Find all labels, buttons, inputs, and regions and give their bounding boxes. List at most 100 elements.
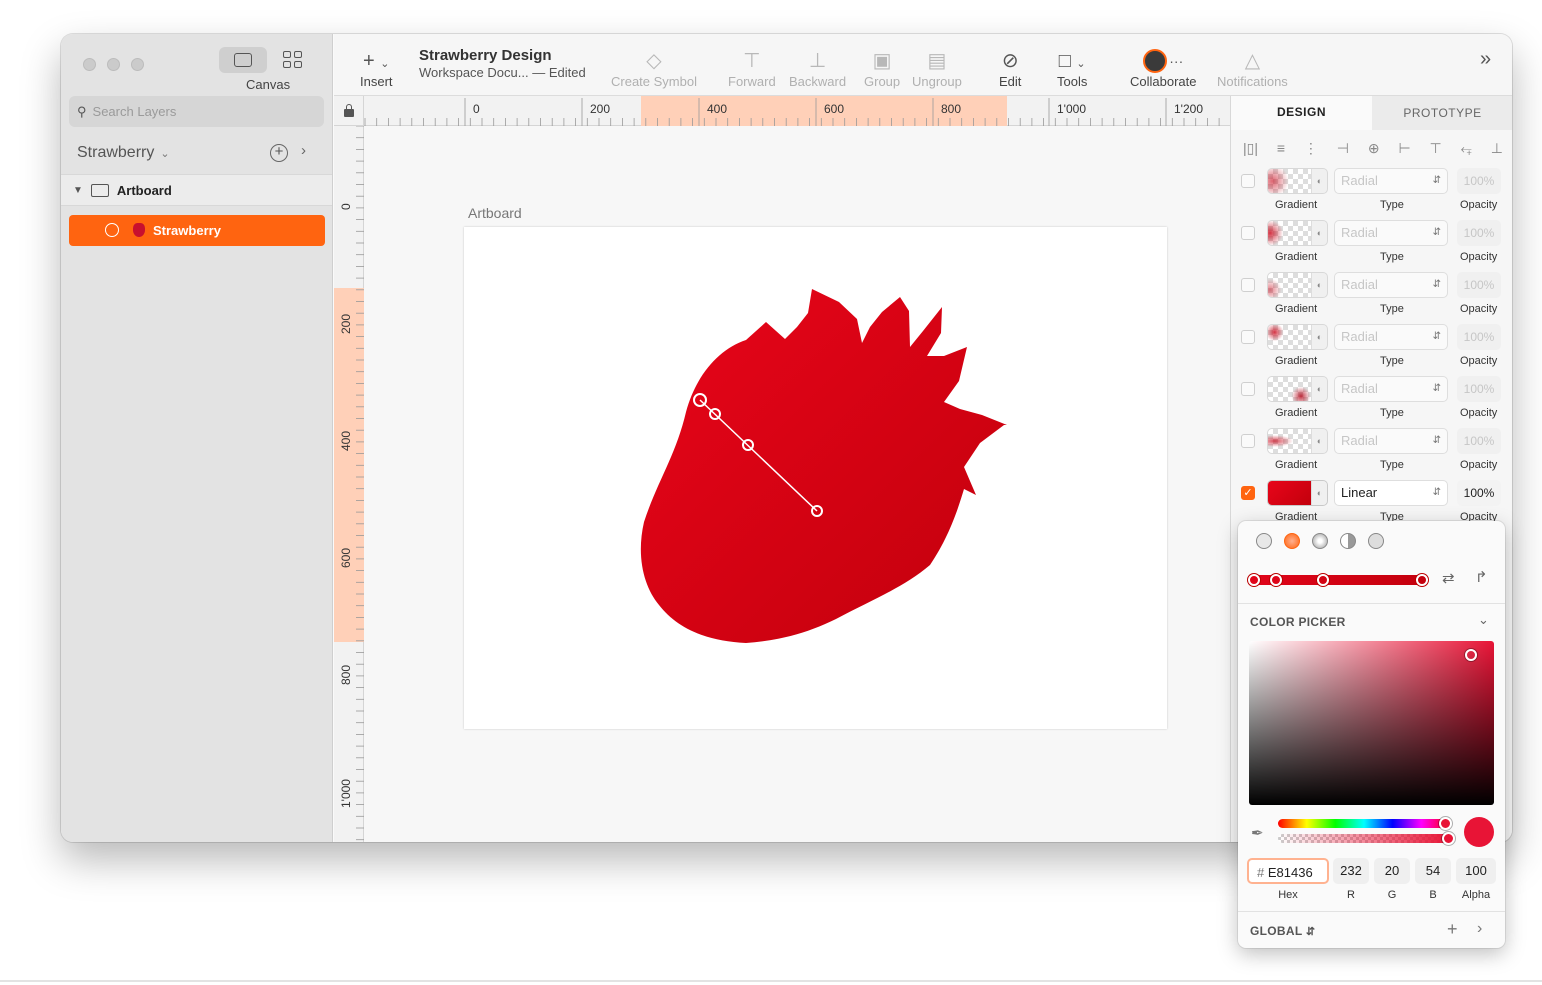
fill-mode-image-icon[interactable] xyxy=(1368,533,1384,549)
fill-enabled-checkbox[interactable]: ✓ xyxy=(1241,486,1255,500)
chevron-right-icon[interactable]: › xyxy=(301,142,306,159)
canvas-view-button[interactable] xyxy=(219,47,267,73)
alpha-input[interactable]: 100 xyxy=(1456,858,1496,884)
alpha-slider[interactable] xyxy=(1278,834,1450,843)
chevron-down-icon[interactable]: ⌄ xyxy=(1478,612,1489,628)
backward-button[interactable]: ⊥ Backward xyxy=(789,48,846,89)
fill-mode-linear-icon[interactable] xyxy=(1284,533,1300,549)
fill-opacity-field[interactable]: 100% xyxy=(1457,168,1501,194)
artboard[interactable] xyxy=(464,227,1167,729)
vertical-ruler[interactable]: 0 200 400 600 800 1'000 xyxy=(334,126,364,842)
fill-swatch[interactable]: ◐ xyxy=(1267,168,1328,194)
tab-design[interactable]: DESIGN xyxy=(1231,96,1372,130)
fill-swatch[interactable]: ◐ xyxy=(1267,376,1328,402)
fill-swatch[interactable]: ◐ xyxy=(1267,272,1328,298)
search-layers-input[interactable]: ⚲ Search Layers xyxy=(69,96,324,127)
fill-mode-solid-icon[interactable] xyxy=(1256,533,1272,549)
align-left-icon[interactable]: ⊣ xyxy=(1337,140,1349,158)
tab-prototype[interactable]: PROTOTYPE xyxy=(1372,96,1512,130)
page-selector[interactable]: Strawberry ⌄ xyxy=(77,144,170,162)
forward-icon: ⊤ xyxy=(743,50,761,72)
fill-opacity-field[interactable]: 100% xyxy=(1457,428,1501,454)
blue-input[interactable]: 54 xyxy=(1415,858,1451,884)
gradient-stop[interactable] xyxy=(1248,574,1260,586)
align-bottom-icon[interactable]: ⊥ xyxy=(1491,140,1503,158)
more-options-icon[interactable]: ⋮ xyxy=(1304,140,1318,158)
saturation-brightness-area[interactable] xyxy=(1249,641,1494,805)
gradient-stop[interactable] xyxy=(1317,574,1329,586)
add-color-icon[interactable]: + xyxy=(1447,919,1458,940)
fill-enabled-checkbox[interactable] xyxy=(1241,330,1255,344)
disclosure-down-icon[interactable]: ▼ xyxy=(73,185,83,196)
edit-button[interactable]: ⊘ Edit xyxy=(999,48,1021,89)
collaborate-button[interactable]: ··· Collaborate xyxy=(1130,48,1197,89)
distribute-horizontal-icon[interactable]: |▯| xyxy=(1243,140,1258,158)
red-input[interactable]: 232 xyxy=(1333,858,1369,884)
layer-row-artboard[interactable]: ▼ Artboard xyxy=(61,174,332,206)
minimize-window-button[interactable] xyxy=(107,58,120,71)
notifications-button[interactable]: △ Notifications xyxy=(1217,48,1288,89)
grid-view-icon[interactable] xyxy=(283,51,303,71)
gradient-stop[interactable] xyxy=(1270,574,1282,586)
forward-button[interactable]: ⊤ Forward xyxy=(728,48,776,89)
zoom-window-button[interactable] xyxy=(131,58,144,71)
document-title-group[interactable]: Strawberry Design Workspace Docu... — Ed… xyxy=(419,47,586,80)
fill-enabled-checkbox[interactable] xyxy=(1241,226,1255,240)
backward-icon: ⊥ xyxy=(808,50,827,72)
hue-slider[interactable] xyxy=(1278,819,1450,828)
fill-opacity-field[interactable]: 100% xyxy=(1457,376,1501,402)
gradient-handle-line[interactable] xyxy=(464,227,1167,729)
chevron-right-icon[interactable]: › xyxy=(1477,920,1482,938)
fill-swatch[interactable]: ◐ xyxy=(1267,428,1328,454)
fill-opacity-field[interactable]: 100% xyxy=(1457,324,1501,350)
align-center-icon[interactable]: ⊕ xyxy=(1368,140,1380,158)
fill-type-select[interactable]: Radial ⇵ xyxy=(1334,376,1448,402)
fill-type-select[interactable]: Radial ⇵ xyxy=(1334,428,1448,454)
group-button[interactable]: ▣ Group xyxy=(864,48,900,89)
fill-opacity-field[interactable]: 100% xyxy=(1457,220,1501,246)
fill-type-select[interactable]: Linear ⇵ xyxy=(1334,480,1448,506)
toolbar: + ⌄ Insert Strawberry Design Workspace D… xyxy=(334,34,1512,96)
double-chevron-right-icon[interactable]: » xyxy=(1480,48,1491,71)
swap-gradient-icon[interactable]: ⇄ xyxy=(1442,569,1455,587)
fill-type-select[interactable]: Radial ⇵ xyxy=(1334,272,1448,298)
fill-enabled-checkbox[interactable] xyxy=(1241,278,1255,292)
fill-enabled-checkbox[interactable] xyxy=(1241,382,1255,396)
eyedropper-icon[interactable]: ✒ xyxy=(1251,824,1264,842)
fill-type-select[interactable]: Radial ⇵ xyxy=(1334,324,1448,350)
canvas-area[interactable]: Artboard xyxy=(364,126,1230,842)
fill-enabled-checkbox[interactable] xyxy=(1241,434,1255,448)
fill-swatch[interactable]: ◐ xyxy=(1267,324,1328,350)
gradient-stop[interactable] xyxy=(1416,574,1428,586)
color-picker-handle[interactable] xyxy=(1465,649,1477,661)
fill-swatch-active[interactable]: ◐ xyxy=(1267,480,1328,506)
align-middle-icon[interactable]: ⥆ xyxy=(1461,140,1472,158)
layer-row-strawberry[interactable]: Strawberry xyxy=(69,215,325,246)
align-top-icon[interactable]: ⊤ xyxy=(1430,140,1442,158)
fill-mode-angular-icon[interactable] xyxy=(1340,533,1356,549)
green-input[interactable]: 20 xyxy=(1374,858,1410,884)
fill-type-select[interactable]: Radial ⇵ xyxy=(1334,220,1448,246)
distribute-vertical-icon[interactable]: ≡ xyxy=(1277,140,1285,158)
rotate-gradient-icon[interactable]: ↱ xyxy=(1475,568,1488,586)
artboard-title[interactable]: Artboard xyxy=(468,205,522,221)
alpha-slider-handle[interactable] xyxy=(1442,832,1455,845)
fill-opacity-field[interactable]: 100% xyxy=(1457,272,1501,298)
hex-input[interactable]: # E81436 xyxy=(1247,858,1329,884)
align-right-icon[interactable]: ⊢ xyxy=(1398,140,1410,158)
create-symbol-button[interactable]: ◇ Create Symbol xyxy=(611,48,697,89)
global-colors-selector[interactable]: GLOBAL ⇵ xyxy=(1250,924,1315,938)
add-page-icon[interactable]: + xyxy=(270,144,288,162)
fill-enabled-checkbox[interactable] xyxy=(1241,174,1255,188)
close-window-button[interactable] xyxy=(83,58,96,71)
fill-opacity-field[interactable]: 100% xyxy=(1457,480,1501,506)
horizontal-ruler[interactable]: 0 200 400 600 800 1'000 1'200 xyxy=(334,96,1230,126)
fill-mode-radial-icon[interactable] xyxy=(1312,533,1328,549)
tools-button[interactable]: □ ⌄ Tools xyxy=(1057,48,1087,89)
tools-icon: □ ⌄ xyxy=(1058,50,1086,72)
insert-button[interactable]: + ⌄ Insert xyxy=(360,48,393,89)
fill-type-select[interactable]: Radial ⇵ xyxy=(1334,168,1448,194)
hue-slider-handle[interactable] xyxy=(1439,817,1452,830)
fill-swatch[interactable]: ◐ xyxy=(1267,220,1328,246)
ungroup-button[interactable]: ▤ Ungroup xyxy=(912,48,962,89)
